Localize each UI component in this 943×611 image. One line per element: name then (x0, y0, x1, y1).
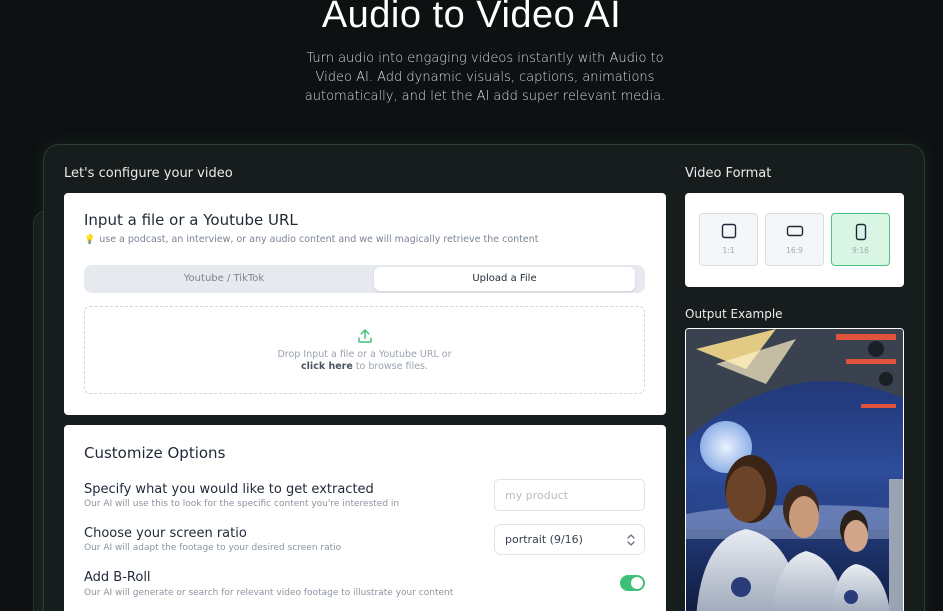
ratio-select-value: portrait (9/16) (505, 533, 583, 546)
chevron-up-down-icon (627, 534, 635, 546)
broll-toggle[interactable] (620, 575, 645, 591)
video-format-label: Video Format (685, 166, 772, 181)
portrait-icon (855, 223, 866, 241)
broll-title: Add B-Roll (84, 570, 151, 585)
input-panel-title: Input a file or a Youtube URL (84, 211, 298, 229)
format-1-1-label: 1:1 (722, 246, 735, 255)
tab-youtube-tiktok[interactable]: Youtube / TikTok (86, 267, 362, 291)
extract-input[interactable] (494, 479, 645, 511)
extract-title: Specify what you would like to get extra… (84, 482, 374, 497)
extract-desc: Our AI will use this to look for the spe… (84, 499, 400, 509)
ratio-title: Choose your screen ratio (84, 526, 247, 541)
ratio-select[interactable]: portrait (9/16) (494, 524, 645, 555)
video-format-panel: 1:1 16:9 9:16 (685, 193, 904, 287)
page-title: Audio to Video AI (321, 0, 622, 36)
format-16-9[interactable]: 16:9 (765, 213, 824, 266)
toggle-knob (631, 577, 643, 589)
browse-link[interactable]: click here (301, 361, 353, 372)
input-hint-text: use a podcast, an interview, or any audi… (99, 234, 539, 245)
format-9-16[interactable]: 9:16 (831, 213, 890, 266)
lightbulb-icon: 💡 (84, 235, 96, 245)
options-panel: Customize Options Specify what you would… (64, 425, 666, 611)
options-panel-title: Customize Options (84, 444, 226, 462)
format-16-9-label: 16:9 (786, 246, 803, 255)
page-subtitle: Turn audio into engaging videos instantl… (304, 51, 666, 104)
output-example-label: Output Example (685, 307, 783, 321)
broll-desc: Our AI will generate or search for relev… (84, 588, 454, 598)
input-panel: Input a file or a Youtube URL 💡 use a pod… (64, 193, 666, 415)
astronaut-scene-image (686, 329, 903, 611)
dropzone-line1: Drop Input a file or a Youtube URL or (277, 349, 452, 360)
landscape-icon (786, 225, 803, 237)
output-example-image (685, 328, 904, 611)
format-9-16-label: 9:16 (852, 246, 869, 255)
ratio-desc: Our AI will adapt the footage to your de… (84, 543, 342, 553)
upload-icon (358, 329, 372, 343)
format-1-1[interactable]: 1:1 (699, 213, 758, 266)
tab-upload-file[interactable]: Upload a File (374, 267, 635, 291)
dropzone-line2: to browse files. (352, 361, 428, 372)
dropzone-text: Drop Input a file or a Youtube URL or cl… (85, 349, 644, 373)
configure-label: Let's configure your video (64, 166, 233, 181)
file-dropzone[interactable]: Drop Input a file or a Youtube URL or cl… (84, 306, 645, 394)
input-hint: 💡 use a podcast, an interview, or any aud… (84, 234, 538, 245)
source-tabs: Youtube / TikTok Upload a File (84, 265, 645, 293)
square-icon (721, 223, 736, 239)
